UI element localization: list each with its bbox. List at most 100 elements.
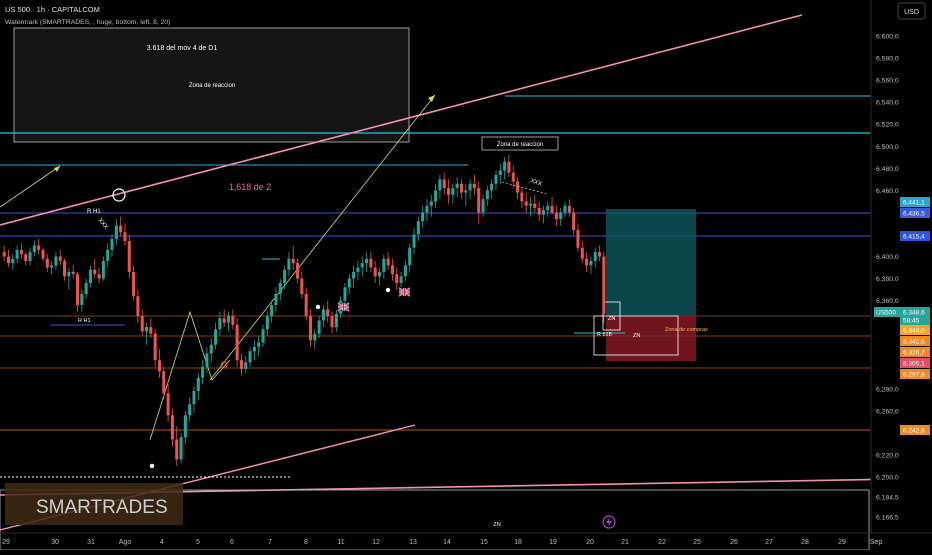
candle-body: [140, 316, 144, 332]
candle-body: [248, 351, 252, 363]
candle-body: [24, 254, 28, 261]
candle-body: [330, 316, 334, 328]
price-badge-label: 6.441,1: [903, 200, 925, 207]
candle-body: [352, 271, 356, 279]
candle-body: [559, 212, 563, 220]
candle-body: [520, 192, 524, 202]
candle-body: [498, 170, 502, 175]
candle-body: [222, 318, 226, 323]
price-badge-label: 6.344,0: [903, 328, 925, 335]
price-tick-label: 6.600,0: [876, 34, 899, 41]
chart-root[interactable]: 3.618 del mov 4 de D1 Zona de reaccion Z…: [0, 0, 932, 551]
candle-body: [356, 267, 360, 272]
candle-body: [153, 333, 157, 361]
price-badge-label: 6.326,7: [903, 350, 925, 357]
candle-body: [63, 260, 67, 277]
price-chart[interactable]: 3.618 del mov 4 de D1 Zona de reaccion Z…: [0, 0, 932, 551]
price-badge-label: 6.342,6: [903, 339, 925, 346]
time-tick-label: 28: [801, 539, 809, 546]
price-tick-label: 6.460,0: [876, 188, 899, 195]
indicator-line[interactable]: Watermark (SMARTRADES, , huge, bottom, l…: [5, 19, 170, 26]
rh1-label-bottom: R H1: [78, 318, 91, 324]
rh1-label-top: R H1: [87, 209, 101, 215]
time-tick-label: 8: [304, 539, 308, 546]
time-tick-label: 6: [230, 539, 234, 546]
candle-body: [550, 205, 554, 213]
candle-body: [231, 316, 235, 325]
candle-body: [494, 174, 498, 184]
candle-body: [524, 201, 528, 206]
price-tick-label: 6.500,0: [876, 144, 899, 151]
candle-body: [516, 181, 520, 193]
candle-body: [434, 190, 438, 202]
candle-body: [2, 252, 6, 257]
candle-body: [37, 245, 41, 250]
candle-body: [84, 282, 88, 294]
time-tick-label: 7: [268, 539, 272, 546]
candle-body: [145, 327, 149, 332]
candle-body: [54, 256, 58, 266]
price-tick-label: 6.380,0: [876, 276, 899, 283]
candle-body: [101, 260, 105, 279]
candle-body: [274, 293, 278, 306]
candle-body: [50, 265, 54, 268]
candle-body: [399, 276, 403, 283]
candle-body: [360, 263, 364, 268]
candle-body: [75, 274, 80, 306]
candle-body: [235, 324, 239, 361]
candle-body: [481, 199, 485, 213]
candle-body: [369, 258, 373, 268]
zn-label-bottom: ZN: [493, 522, 500, 528]
time-tick-label: 14: [443, 539, 451, 546]
symbol-badge-label: US500: [876, 310, 896, 317]
candle-body: [455, 183, 459, 189]
candle-body: [598, 252, 602, 257]
fib-label: 1,618 de 2: [229, 182, 272, 192]
candle-body: [429, 201, 433, 206]
candle-body: [270, 305, 274, 317]
candle-body: [438, 179, 442, 191]
watermark-text: SMARTRADES: [36, 497, 168, 518]
candle-body: [585, 258, 589, 266]
candle-body: [412, 234, 416, 248]
candle-body: [386, 258, 390, 266]
candle-body: [296, 263, 300, 279]
candle-body: [6, 256, 10, 264]
time-tick-label: 27: [765, 539, 773, 546]
time-tick-label: 13: [409, 539, 417, 546]
candle-body: [123, 232, 127, 242]
candle-body: [261, 329, 265, 343]
candle-body: [80, 293, 84, 306]
take-profit-zone[interactable]: [606, 209, 696, 315]
candle-body: [15, 249, 19, 259]
candle-body: [93, 269, 97, 275]
candle-body: [537, 207, 541, 215]
price-badge-label: 6.415,4: [903, 234, 925, 241]
candle-body: [257, 342, 261, 347]
price-tick-label: 6.540,0: [876, 100, 899, 107]
candle-body: [192, 391, 196, 405]
uk-flag-icon: [398, 287, 411, 297]
candle-body: [567, 205, 571, 213]
price-badge-label: 6.305,1: [903, 361, 925, 368]
stop-loss-zone[interactable]: [606, 315, 696, 361]
candle-body: [395, 274, 399, 283]
candle-body: [390, 265, 394, 275]
zona-compras-label: Zona de compras: [665, 327, 708, 333]
time-tick-label: 5: [196, 539, 200, 546]
price-tick-label: 6.280,0: [876, 386, 899, 393]
time-tick-label: 12: [372, 539, 380, 546]
candle-body: [132, 271, 136, 297]
time-tick-label: 21: [621, 539, 629, 546]
candle-body: [157, 360, 161, 372]
time-tick-label: 22: [658, 539, 666, 546]
price-badge-label: 6.242,6: [903, 428, 925, 435]
candle-body: [28, 252, 32, 261]
candle-body: [416, 221, 420, 235]
time-tick-label: 29: [838, 539, 846, 546]
candle-body: [468, 183, 472, 191]
candle-body: [442, 179, 446, 189]
candle-body: [183, 415, 187, 438]
candle-body: [209, 344, 213, 354]
symbol-title[interactable]: US 500 · 1h · CAPITALCOM: [5, 5, 100, 14]
